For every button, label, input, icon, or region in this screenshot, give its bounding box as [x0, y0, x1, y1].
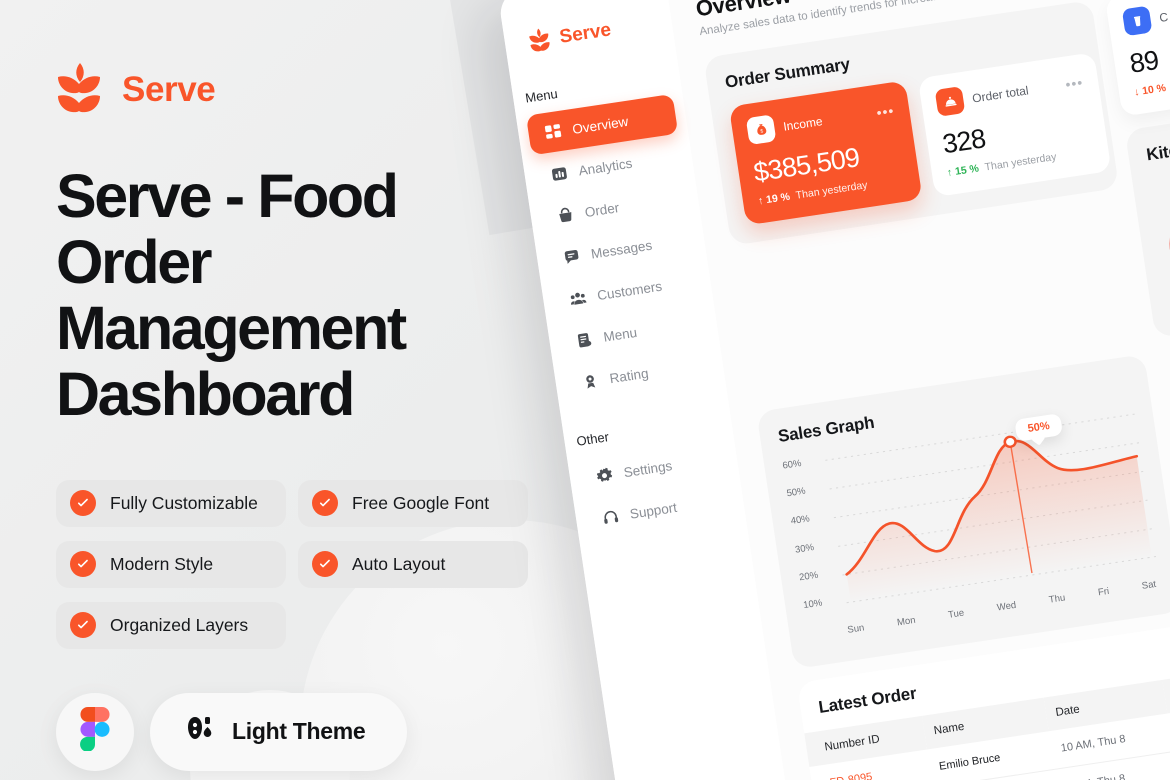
stat-header: Order total ••• — [934, 68, 1085, 117]
sidebar-item-label: Messages — [589, 237, 654, 262]
chat-icon — [562, 247, 581, 266]
x-tick: Tue — [947, 607, 965, 621]
chart-area-fill — [846, 440, 1152, 603]
users-icon — [568, 288, 587, 307]
check-circle-icon — [312, 551, 338, 577]
x-tick: Fri — [1097, 585, 1110, 599]
sidebar-item-label: Settings — [622, 457, 674, 480]
feature-label: Fully Customizable — [110, 492, 258, 513]
sidebar-item-label: Overview — [571, 113, 630, 137]
drink-cup-icon — [1121, 5, 1153, 37]
check-circle-icon — [312, 490, 338, 516]
stat-label: C — [1158, 9, 1170, 25]
theme-toggle-icon — [184, 715, 214, 748]
chart-data-point — [1003, 435, 1017, 449]
feature-item: Auto Layout — [298, 540, 528, 588]
wheat-leaf-logo-icon — [56, 62, 104, 118]
kitchen-panel: Kitchen — [1124, 103, 1170, 339]
delta-value: ↓ 10 % — [1133, 81, 1167, 99]
stat-label: Income — [782, 113, 824, 134]
figma-button[interactable] — [56, 692, 134, 771]
sidebar-item-label: Customers — [596, 278, 663, 303]
cta-row: Light Theme — [56, 692, 504, 771]
bar-chart-icon — [550, 164, 569, 183]
sidebar-item-label: Rating — [608, 365, 650, 386]
y-tick: 50% — [785, 485, 807, 500]
more-dots-icon[interactable]: ••• — [875, 102, 895, 120]
y-tick: 40% — [790, 513, 811, 528]
sidebar-brand-name: Serve — [558, 19, 613, 48]
figma-logo-icon — [80, 707, 110, 756]
order-summary-panel: Order Summary $ Income ••• $385,509 ↑ 19… — [703, 0, 1120, 246]
kitchen-title: Kitchen — [1145, 136, 1170, 165]
page-title: Serve - Food Order Management Dashboard — [56, 162, 407, 428]
feature-label: Free Google Font — [352, 492, 490, 513]
sidebar-brand: Serve — [504, 8, 674, 59]
money-bag-icon: $ — [745, 114, 777, 146]
feature-item: Fully Customizable — [56, 479, 286, 527]
check-circle-icon — [70, 490, 96, 516]
x-tick: Wed — [996, 599, 1017, 614]
x-tick: Thu — [1048, 592, 1067, 606]
stat-label: Order total — [971, 82, 1030, 106]
check-circle-icon — [70, 612, 96, 638]
delta-note: Than yesterday — [794, 179, 869, 202]
delta-note: Than yesterday — [983, 150, 1058, 174]
feature-label: Organized Layers — [110, 614, 249, 635]
x-tick: Sun — [846, 622, 866, 636]
dish-cover-icon — [934, 86, 966, 117]
feature-item: Free Google Font — [298, 479, 528, 527]
kitchen-donut-chart — [1160, 171, 1170, 317]
x-tick: Mon — [896, 614, 917, 629]
grid-icon — [543, 122, 562, 141]
feature-item: Modern Style — [56, 540, 286, 588]
award-icon — [581, 372, 600, 391]
x-tick: Sat — [1141, 578, 1157, 592]
delta-value: ↑ 19 % — [757, 190, 791, 208]
sidebar-item-label: Support — [628, 499, 678, 522]
stat-card-customers[interactable]: C 89 ↓ 10 % — [1104, 0, 1170, 117]
brand-name: Serve — [122, 70, 216, 109]
dashboard-mockup: Serve Menu Overview Analytics Order Mess… — [497, 0, 1170, 780]
basket-icon — [556, 205, 575, 224]
more-dots-icon[interactable]: ••• — [1064, 74, 1084, 92]
sidebar-item-label: Order — [583, 199, 621, 220]
wheat-leaf-logo-icon — [527, 26, 553, 55]
stat-header: C — [1121, 0, 1170, 37]
check-circle-icon — [70, 551, 96, 577]
sales-graph-panel: Sales Graph 60% 50% 40% 30% 20% 10% 50% … — [756, 354, 1170, 670]
stat-card-order-total[interactable]: Order total ••• 328 ↑ 15 % Than yesterda… — [917, 52, 1112, 198]
brand-lockup: Serve — [56, 62, 504, 118]
y-tick: 60% — [781, 457, 803, 472]
feature-label: Modern Style — [110, 553, 214, 574]
y-tick: 30% — [794, 541, 815, 556]
promo-panel: Serve Serve - Food Order Management Dash… — [0, 0, 560, 780]
feature-list: Fully Customizable Free Google Font Mode… — [56, 479, 538, 649]
sidebar-item-label: Menu — [602, 324, 638, 345]
sales-chart: 60% 50% 40% 30% 20% 10% 50% Sun Mon Tue … — [781, 406, 1161, 649]
stat-header: $ Income ••• — [745, 96, 896, 146]
y-tick: 20% — [798, 569, 819, 584]
light-theme-button[interactable]: Light Theme — [150, 692, 408, 771]
gear-icon — [595, 465, 614, 484]
feature-item: Organized Layers — [56, 601, 286, 649]
light-theme-label: Light Theme — [232, 718, 366, 744]
stat-card-income[interactable]: $ Income ••• $385,509 ↑ 19 % Than yester… — [728, 80, 923, 226]
headset-icon — [601, 507, 620, 526]
sidebar-item-label: Analytics — [577, 155, 634, 179]
book-icon — [575, 330, 594, 349]
summary-and-kitchen-row: Order Summary $ Income ••• $385,509 ↑ 19… — [703, 0, 1170, 398]
delta-value: ↑ 15 % — [946, 162, 980, 180]
feature-label: Auto Layout — [352, 553, 446, 574]
stat-value: 89 — [1127, 44, 1161, 79]
